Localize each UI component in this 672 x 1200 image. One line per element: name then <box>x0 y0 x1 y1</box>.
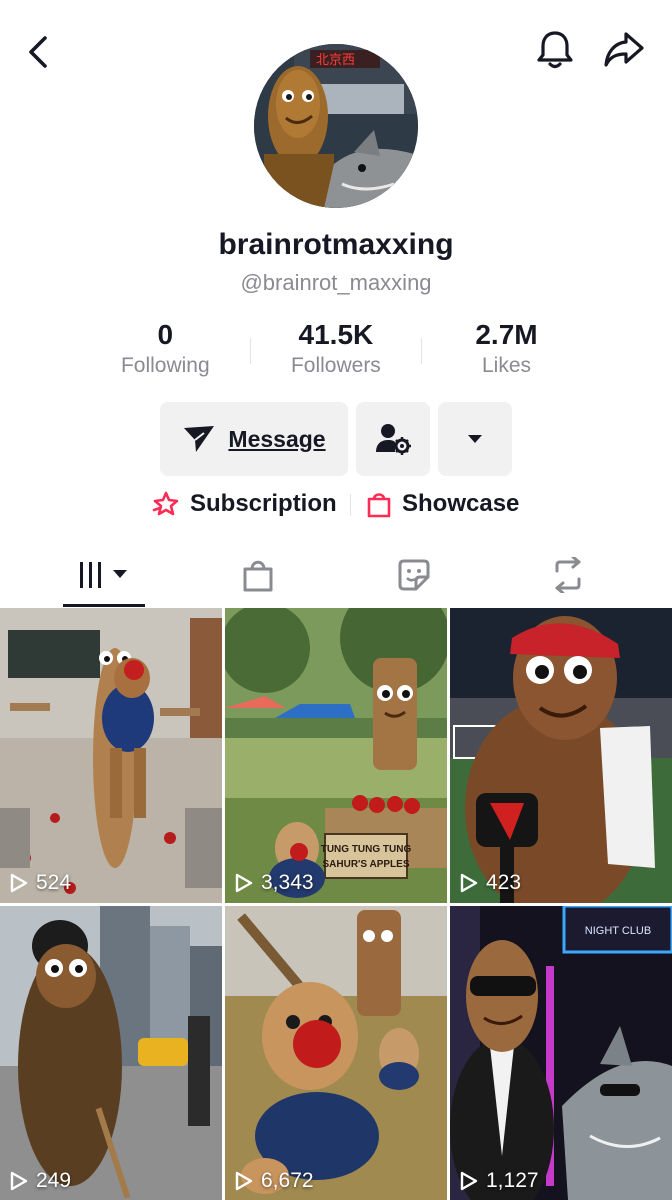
stat-likes[interactable]: 2.7M Likes <box>421 318 592 388</box>
view-count-text: 6,672 <box>261 1169 314 1192</box>
play-icon <box>235 873 253 893</box>
user-settings-button[interactable] <box>356 402 430 476</box>
play-icon <box>235 1171 253 1191</box>
svg-text:TUNG TUNG TUNG: TUNG TUNG TUNG <box>321 844 412 855</box>
video-grid: 524 TUNG TUNG TUNG SAHUR'S APPLES 3,343 … <box>0 608 672 1200</box>
stat-followers[interactable]: 41.5K Followers <box>251 318 422 388</box>
view-count: 3,343 <box>235 871 314 895</box>
profile-links: Subscription Showcase <box>0 486 672 522</box>
profile-stats: 0 Following 41.5K Followers 2.7M Likes <box>80 318 592 388</box>
username-handle: @brainrot_maxxing <box>240 270 432 295</box>
video-thumbnail[interactable]: 524 <box>0 608 222 903</box>
subscription-link[interactable]: Subscription <box>152 486 337 522</box>
svg-text:NIGHT CLUB: NIGHT CLUB <box>585 925 651 937</box>
tab-shop[interactable] <box>200 544 316 606</box>
subscription-label: Subscription <box>190 490 337 517</box>
play-icon <box>460 1171 478 1191</box>
more-options-button[interactable] <box>438 402 512 476</box>
notification-bell-button[interactable] <box>532 26 578 74</box>
view-count: 249 <box>10 1169 71 1193</box>
links-divider <box>350 494 351 516</box>
view-count-text: 249 <box>36 1169 72 1192</box>
thumbnail-image: TUNG TUNG TUNG SAHUR'S APPLES <box>225 608 447 903</box>
showcase-label: Showcase <box>402 490 520 517</box>
svg-text:SAHUR'S APPLES: SAHUR'S APPLES <box>322 859 409 870</box>
display-name: brainrotmaxxing <box>218 228 454 261</box>
stat-following[interactable]: 0 Following <box>80 318 251 388</box>
tab-stickers[interactable] <box>356 544 472 606</box>
likes-label: Likes <box>481 354 531 377</box>
view-count: 524 <box>10 871 71 895</box>
view-count: 1,127 <box>460 1169 539 1193</box>
thumbnail-image: NIGHT CLUB <box>450 906 672 1200</box>
grid-videos-icon <box>80 562 127 588</box>
message-label: Message <box>228 425 326 452</box>
play-icon <box>10 873 28 893</box>
followers-label: Followers <box>290 354 381 377</box>
video-thumbnail[interactable]: 249 <box>0 906 222 1200</box>
bell-icon <box>537 31 573 69</box>
view-count-text: 423 <box>486 871 522 894</box>
avatar-image: 北京西 <box>254 44 418 208</box>
followers-count: 41.5K <box>298 319 374 350</box>
subscription-star-icon <box>152 491 179 516</box>
thumbnail-image <box>0 608 222 903</box>
active-tab-indicator <box>63 604 145 607</box>
shopping-bag-icon <box>243 560 273 592</box>
user-gear-icon <box>376 424 411 455</box>
view-count-text: 524 <box>36 871 72 894</box>
profile-avatar[interactable]: 北京西 <box>254 44 418 208</box>
tab-videos[interactable] <box>40 544 170 606</box>
video-thumbnail[interactable]: TUNG TUNG TUNG SAHUR'S APPLES 3,343 <box>225 608 447 903</box>
back-button[interactable] <box>18 30 58 74</box>
send-plane-icon <box>184 426 215 452</box>
following-label: Following <box>120 354 210 377</box>
thumbnail-image <box>0 906 222 1200</box>
view-count: 6,672 <box>235 1169 314 1193</box>
view-count-text: 1,127 <box>486 1169 539 1192</box>
video-thumbnail[interactable]: NIGHT CLUB 1,127 <box>450 906 672 1200</box>
stat-divider <box>250 338 251 364</box>
view-count: 423 <box>460 871 521 895</box>
message-button[interactable]: Message <box>160 402 348 476</box>
likes-count: 2.7M <box>475 319 538 350</box>
following-count: 0 <box>157 319 174 350</box>
share-arrow-icon <box>604 32 644 67</box>
tab-reposts[interactable] <box>510 544 626 606</box>
thumbnail-image <box>225 906 447 1200</box>
video-thumbnail[interactable]: 423 <box>450 608 672 903</box>
stat-divider <box>421 338 422 364</box>
thumbnail-image <box>450 608 672 903</box>
sticker-icon <box>398 559 430 591</box>
svg-text:北京西: 北京西 <box>316 53 355 68</box>
play-icon <box>10 1171 28 1191</box>
shopping-bag-icon <box>367 493 391 518</box>
play-icon <box>460 873 478 893</box>
view-count-text: 3,343 <box>261 871 314 894</box>
showcase-link[interactable]: Showcase <box>366 486 519 522</box>
content-tabs <box>0 544 672 608</box>
chevron-left-icon <box>29 36 47 68</box>
video-thumbnail[interactable]: 6,672 <box>225 906 447 1200</box>
caret-down-icon <box>468 435 482 443</box>
share-button[interactable] <box>598 26 650 74</box>
repost-icon <box>555 557 581 593</box>
